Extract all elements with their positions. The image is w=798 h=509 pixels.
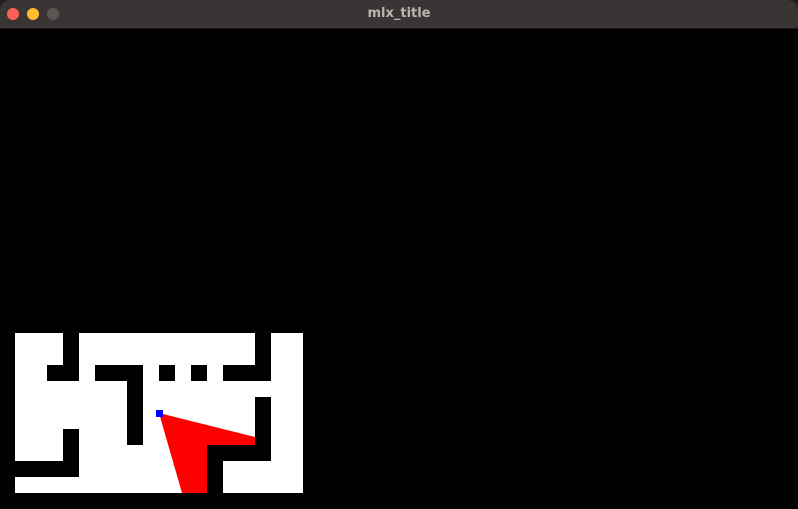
wall bbox=[223, 365, 271, 381]
game-canvas[interactable] bbox=[0, 29, 798, 509]
window-title: mlx_title bbox=[367, 6, 431, 21]
wall bbox=[159, 365, 175, 381]
player-marker bbox=[156, 410, 163, 417]
wall bbox=[207, 445, 223, 493]
game-scene bbox=[15, 333, 303, 493]
wall bbox=[15, 461, 79, 477]
wall bbox=[127, 365, 143, 445]
minimap bbox=[15, 333, 303, 493]
title-bar: mlx_title bbox=[0, 0, 798, 29]
app-window: mlx_title bbox=[0, 0, 798, 509]
wall bbox=[63, 333, 79, 365]
wall bbox=[63, 429, 79, 461]
wall bbox=[47, 365, 79, 381]
wall bbox=[191, 365, 207, 381]
